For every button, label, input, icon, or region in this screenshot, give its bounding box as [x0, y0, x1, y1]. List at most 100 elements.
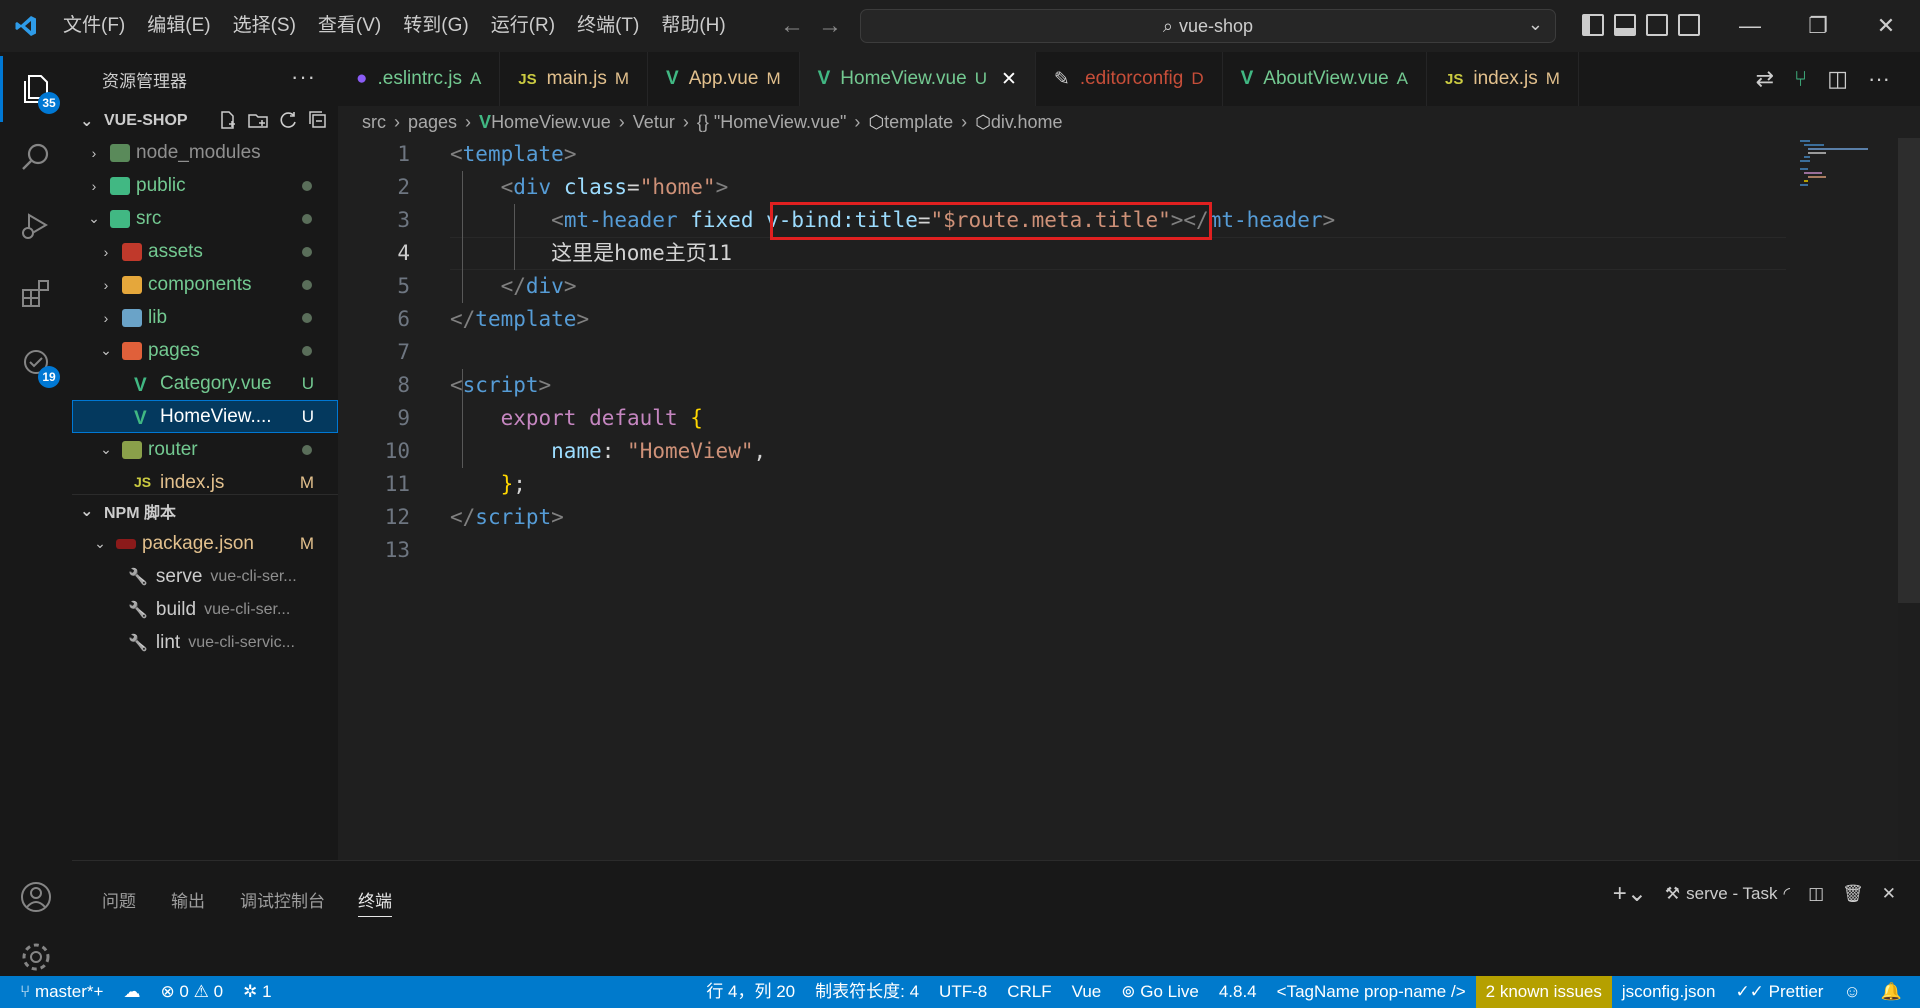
file-tree-item[interactable]: ⌄ pages [72, 334, 338, 367]
file-tree-item[interactable]: › components [72, 268, 338, 301]
more-actions-icon[interactable]: ··· [291, 64, 316, 90]
minimize-icon[interactable]: — [1720, 0, 1780, 52]
menu-item[interactable]: 帮助(H) [650, 9, 736, 43]
menu-item[interactable]: 编辑(E) [136, 9, 221, 43]
npm-script-item[interactable]: 🔧 build vue-cli-ser... [72, 593, 338, 626]
menu-item[interactable]: 终端(T) [566, 9, 650, 43]
ts-version[interactable]: 4.8.4 [1209, 976, 1267, 1008]
jsconfig-status[interactable]: jsconfig.json [1612, 976, 1726, 1008]
trash-icon[interactable]: 🗑 [1842, 884, 1864, 904]
testing-icon[interactable]: 19 [0, 330, 72, 396]
chevron-down-icon[interactable]: ⌄ [1528, 14, 1543, 35]
breadcrumb-item[interactable]: HomeView.vue [491, 112, 611, 133]
more-actions-icon[interactable]: ··· [1868, 66, 1890, 92]
run-debug-icon[interactable] [0, 192, 72, 258]
menu-item[interactable]: 文件(F) [52, 9, 136, 43]
menu-item[interactable]: 查看(V) [307, 9, 392, 43]
tab-output[interactable]: 输出 [171, 887, 205, 912]
sync-icon[interactable]: ☁ [113, 976, 150, 1008]
file-tree-item[interactable]: › lib [72, 301, 338, 334]
menu-item[interactable]: 转到(G) [392, 9, 479, 43]
compare-changes-icon[interactable]: ⇄ [1756, 66, 1774, 92]
feedback-icon[interactable]: ☺ [1833, 976, 1870, 1008]
new-folder-icon[interactable] [248, 110, 268, 130]
refresh-icon[interactable] [278, 110, 298, 130]
npm-script-item[interactable]: 🔧 serve vue-cli-ser... [72, 560, 338, 593]
editor-tab[interactable]: ● .eslintrc.js A [338, 52, 501, 106]
forward-arrow-icon[interactable]: → [818, 12, 842, 40]
split-terminal-icon[interactable]: ◫ [1808, 884, 1824, 904]
breadcrumb-item[interactable]: div.home [991, 112, 1063, 133]
breadcrumb-item[interactable]: pages [408, 112, 457, 133]
tab-problems[interactable]: 问题 [102, 887, 136, 912]
tagname-status[interactable]: <TagName prop-name /> [1267, 976, 1476, 1008]
tab-terminal[interactable]: 终端 [358, 887, 392, 917]
customize-layout-icon[interactable] [1678, 14, 1700, 36]
editor-tab[interactable]: V App.vue M [648, 52, 800, 106]
eol[interactable]: CRLF [997, 976, 1061, 1008]
minimap[interactable] [1796, 138, 1896, 198]
breadcrumb-item[interactable]: Vetur [633, 112, 675, 133]
command-center-search[interactable]: ⌕ vue-shop ⌄ [860, 9, 1556, 43]
chevron-down-icon: ⌄ [80, 503, 94, 520]
close-panel-icon[interactable]: ✕ [1882, 884, 1896, 904]
project-section-header[interactable]: ⌄ VUE-SHOP [72, 106, 338, 136]
file-tree-item[interactable]: V Category.vue U [72, 367, 338, 400]
prettier-status[interactable]: ✓✓ Prettier [1725, 976, 1833, 1008]
close-window-icon[interactable]: ✕ [1856, 0, 1916, 52]
editor-tab[interactable]: ✎ .editorconfig D [1036, 52, 1223, 106]
back-arrow-icon[interactable]: ← [780, 12, 804, 40]
new-terminal-icon[interactable]: +⌄ [1613, 879, 1647, 908]
extensions-icon[interactable] [0, 260, 72, 326]
editor-scrollbar[interactable] [1898, 138, 1920, 603]
tab-label: .editorconfig [1079, 68, 1184, 89]
editor-tab[interactable]: V HomeView.vue U ✕ [799, 52, 1036, 106]
task-selector[interactable]: ⚒ serve - Task ◜ [1665, 884, 1790, 904]
file-tree-item[interactable]: JS index.js M [72, 466, 338, 494]
notifications-bell-icon[interactable]: 🔔 [1871, 976, 1920, 1008]
npm-package-row[interactable]: ⌄ package.json M [72, 527, 338, 560]
editor-tab[interactable]: V AboutView.vue A [1223, 52, 1427, 106]
account-icon[interactable] [0, 864, 72, 930]
toggle-sidebar-icon[interactable] [1582, 14, 1604, 36]
ports-status[interactable]: ✲ 1 [233, 976, 281, 1008]
encoding[interactable]: UTF-8 [929, 976, 997, 1008]
code-editor[interactable]: 1 2 3 4 5 6 7 8 9 10 11 12 13 <template> <div class=… [338, 138, 1898, 860]
collapse-all-icon[interactable] [308, 110, 328, 130]
cursor-position[interactable]: 行 4，列 20 [696, 976, 805, 1008]
explorer-icon[interactable]: 35 [0, 56, 72, 122]
problems-status[interactable]: ⊗ 0 ⚠ 0 [150, 976, 233, 1008]
restore-icon[interactable]: ❐ [1788, 0, 1848, 52]
file-tree-label: HomeView.... [160, 405, 272, 427]
editor-tab[interactable]: JS index.js M [1427, 52, 1579, 106]
git-graph-icon[interactable]: ⑂ [1794, 66, 1807, 92]
tab-debug-console[interactable]: 调试控制台 [240, 887, 325, 912]
toggle-panel-icon[interactable] [1614, 14, 1636, 36]
file-tree-item[interactable]: › public [72, 169, 338, 202]
menu-item[interactable]: 选择(S) [222, 9, 307, 43]
breadcrumb-item[interactable]: src [362, 112, 386, 133]
npm-scripts-header[interactable]: ⌄ NPM 脚本 [72, 494, 338, 527]
go-live-button[interactable]: ⊚ Go Live [1111, 976, 1209, 1008]
title-bar: 文件(F) 编辑(E) 选择(S) 查看(V) 转到(G) 运行(R) 终端(T) 帮助(H)… [0, 0, 1920, 52]
branch-icon: ⑂ [20, 982, 35, 1001]
menu-item[interactable]: 运行(R) [480, 9, 566, 43]
toggle-secondary-sidebar-icon[interactable] [1646, 14, 1668, 36]
file-tree-item[interactable]: › assets [72, 235, 338, 268]
known-issues-badge[interactable]: 2 known issues [1475, 976, 1612, 1008]
language-mode[interactable]: Vue [1062, 976, 1112, 1008]
split-editor-icon[interactable]: ◫ [1827, 66, 1848, 92]
breadcrumb-item[interactable]: template [884, 112, 953, 133]
editor-tab[interactable]: JS main.js M [500, 52, 649, 106]
new-file-icon[interactable] [218, 110, 238, 130]
tab-size[interactable]: 制表符长度: 4 [805, 976, 929, 1008]
branch-status[interactable]: ⑂ master*+ [0, 976, 113, 1008]
breadcrumb-item[interactable]: {} "HomeView.vue" [697, 112, 847, 133]
file-tree-item[interactable]: ⌄ src [72, 202, 338, 235]
search-icon[interactable] [0, 124, 72, 190]
file-tree-item[interactable]: ⌄ router [72, 433, 338, 466]
file-tree-item[interactable]: › node_modules [72, 136, 338, 169]
file-tree-item[interactable]: V HomeView.... U [72, 400, 338, 433]
npm-script-item[interactable]: 🔧 lint vue-cli-servic... [72, 626, 338, 659]
close-icon[interactable]: ✕ [1001, 68, 1017, 91]
